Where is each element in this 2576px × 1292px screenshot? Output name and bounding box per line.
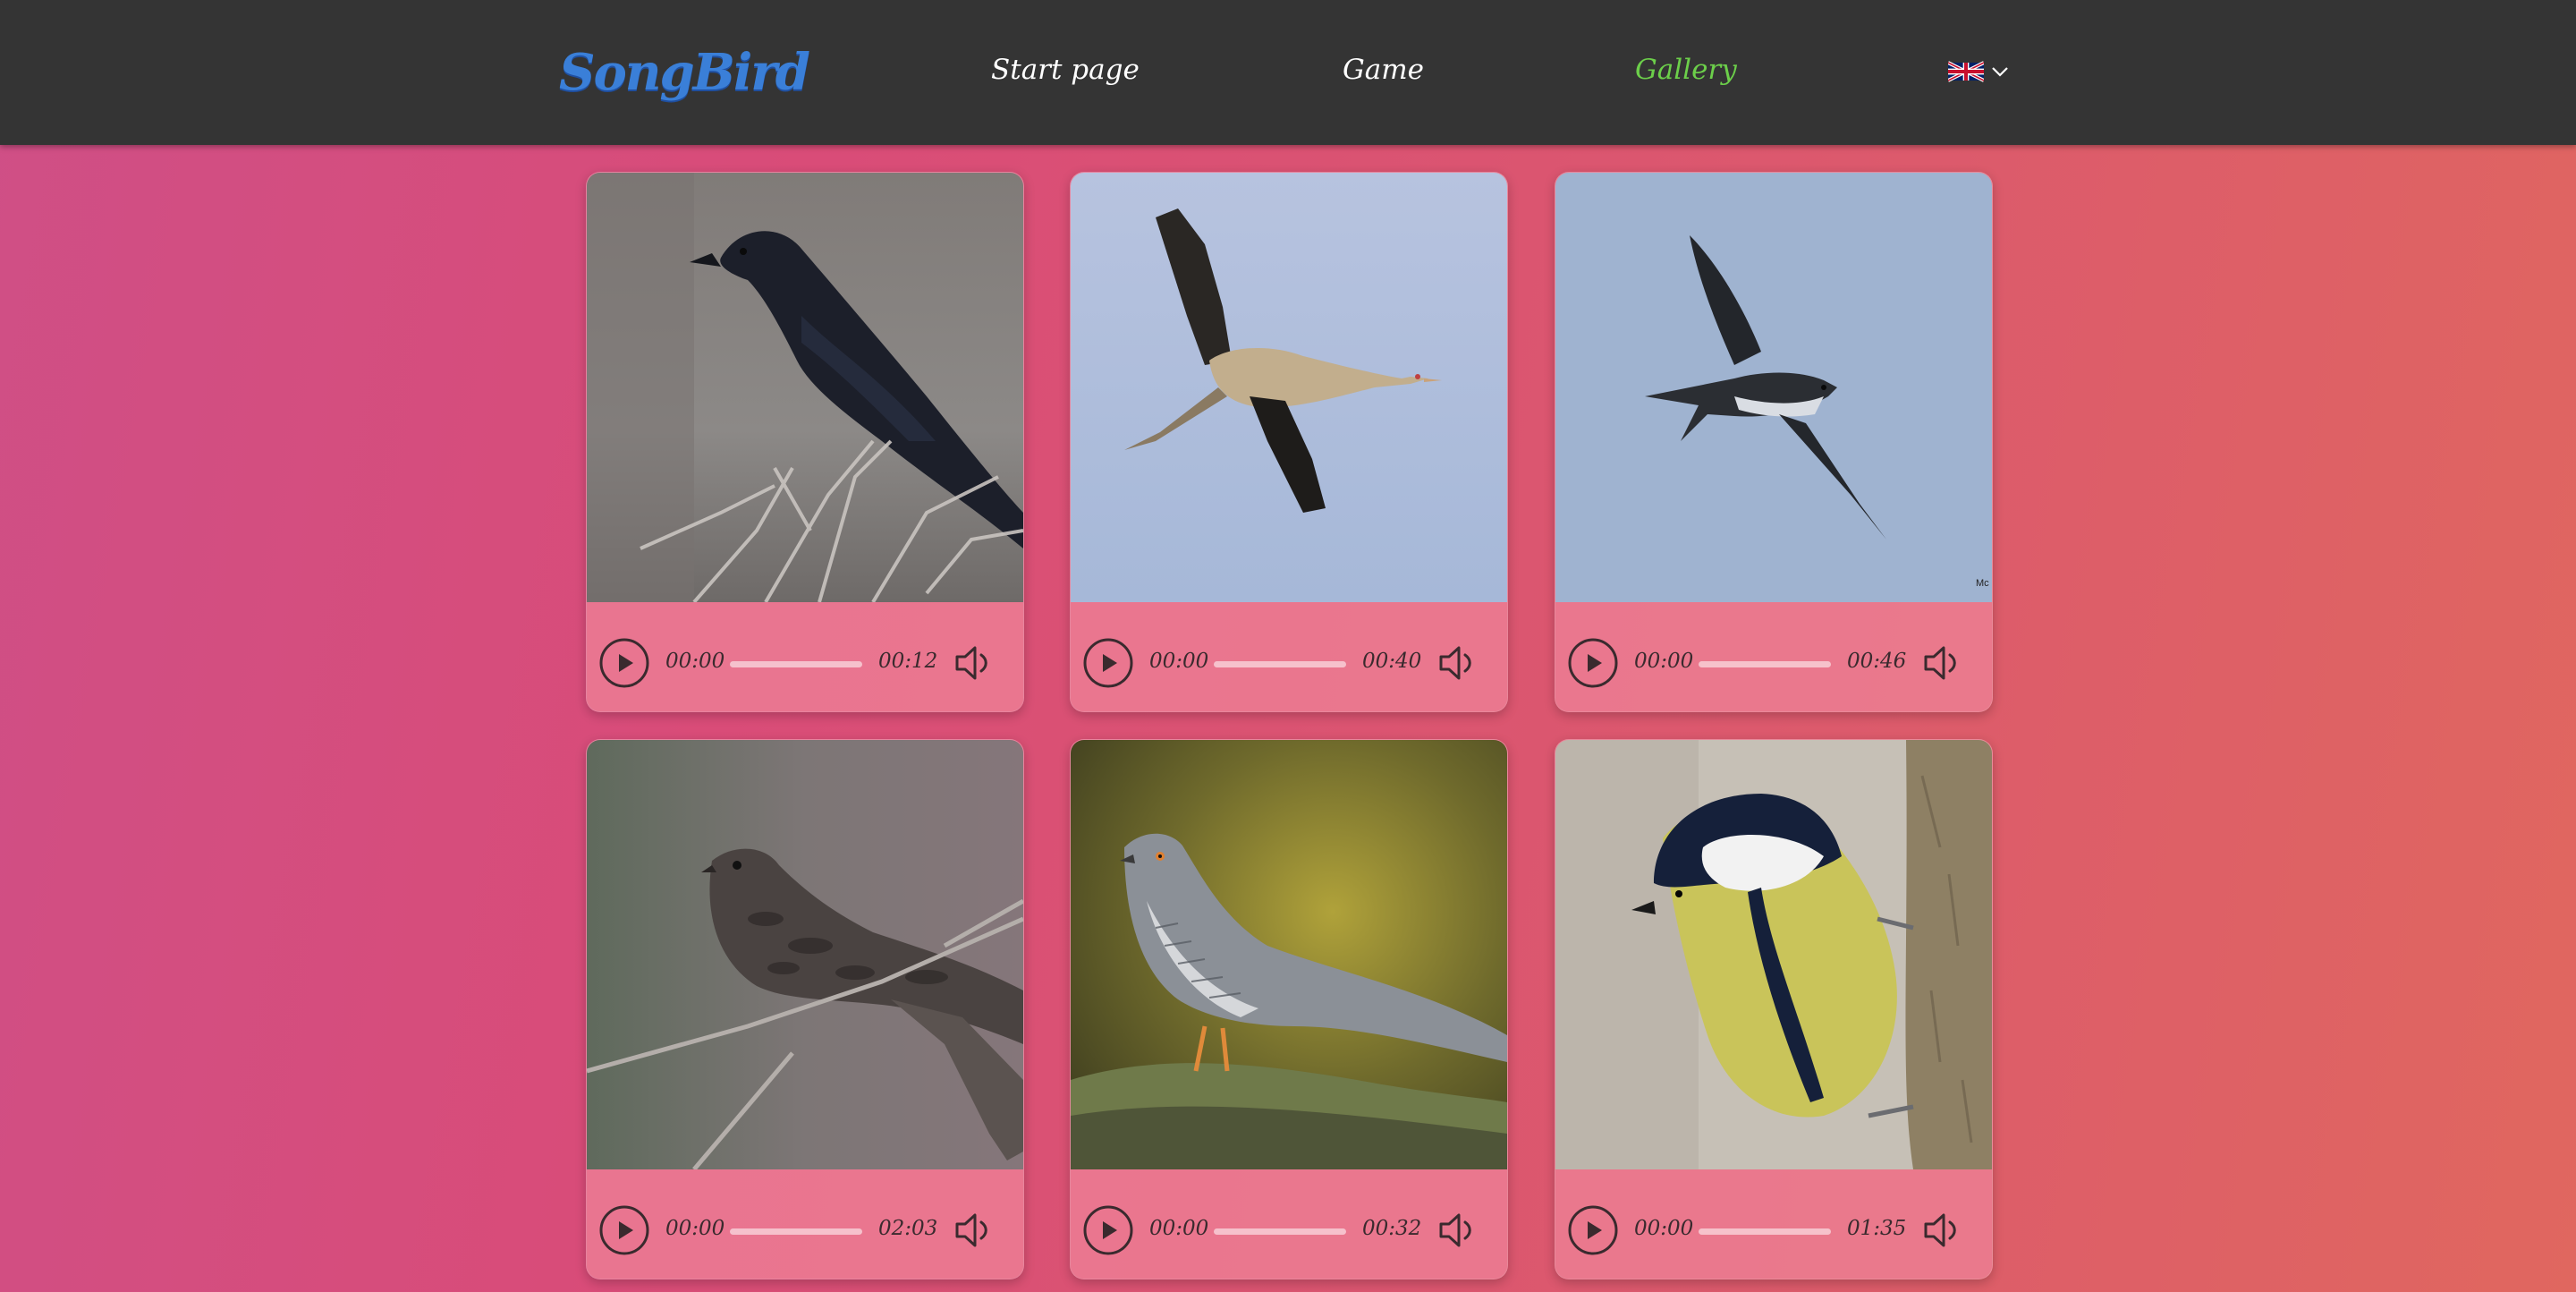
songbird-logo[interactable]: SongBird xyxy=(559,43,810,102)
progress-slider[interactable] xyxy=(1699,661,1831,667)
audio-player: 00:00 00:46 xyxy=(1555,602,1992,711)
current-time: 00:00 xyxy=(1149,650,1209,673)
current-time: 00:00 xyxy=(665,1217,725,1240)
current-time: 00:00 xyxy=(665,650,725,673)
progress-slider[interactable] xyxy=(730,661,862,667)
play-icon[interactable] xyxy=(1568,638,1618,688)
volume-icon[interactable] xyxy=(953,643,995,683)
nightjar-photo xyxy=(587,740,1023,1169)
duration: 00:40 xyxy=(1362,650,1422,673)
bird-card-crane: 00:00 00:40 xyxy=(1070,172,1508,712)
play-icon[interactable] xyxy=(599,638,649,688)
language-selector[interactable] xyxy=(1948,57,2012,86)
progress-slider[interactable] xyxy=(1214,1228,1346,1235)
play-icon[interactable] xyxy=(1568,1205,1618,1255)
uk-flag-icon xyxy=(1948,61,1984,82)
audio-player: 00:00 02:03 xyxy=(587,1169,1023,1279)
current-time: 00:00 xyxy=(1634,650,1694,673)
chevron-down-icon xyxy=(1992,67,2008,77)
bird-card-cuckoo: 00:00 00:32 xyxy=(1070,739,1508,1279)
duration: 00:12 xyxy=(878,650,938,673)
play-icon[interactable] xyxy=(599,1205,649,1255)
play-icon[interactable] xyxy=(1083,1205,1133,1255)
progress-slider[interactable] xyxy=(1699,1228,1831,1235)
nav-link-game[interactable]: Game xyxy=(1343,54,1424,86)
nav-link-gallery[interactable]: Gallery xyxy=(1635,54,1737,86)
volume-icon[interactable] xyxy=(1437,643,1479,683)
volume-icon[interactable] xyxy=(1922,1211,1963,1250)
bird-card-swallow: Mc 00:00 00:46 xyxy=(1555,172,1993,712)
duration: 00:46 xyxy=(1847,650,1907,673)
bird-card-nightjar: 00:00 02:03 xyxy=(586,739,1024,1279)
top-navigation-bar: SongBird Start page Game Gallery xyxy=(0,0,2576,145)
progress-slider[interactable] xyxy=(1214,661,1346,667)
raven-photo xyxy=(587,173,1023,602)
volume-icon[interactable] xyxy=(953,1211,995,1250)
current-time: 00:00 xyxy=(1634,1217,1694,1240)
audio-player: 00:00 01:35 xyxy=(1555,1169,1992,1279)
audio-player: 00:00 00:32 xyxy=(1071,1169,1507,1279)
nav-link-start-page[interactable]: Start page xyxy=(991,54,1140,86)
play-icon[interactable] xyxy=(1083,638,1133,688)
photo-watermark: Mc xyxy=(1976,578,1989,589)
cuckoo-photo xyxy=(1071,740,1507,1169)
duration: 02:03 xyxy=(878,1217,938,1240)
volume-icon[interactable] xyxy=(1437,1211,1479,1250)
progress-slider[interactable] xyxy=(730,1228,862,1235)
audio-player: 00:00 00:40 xyxy=(1071,602,1507,711)
volume-icon[interactable] xyxy=(1922,643,1963,683)
swallow-photo: Mc xyxy=(1555,173,1992,602)
bird-card-great-tit: 00:00 01:35 xyxy=(1555,739,1993,1279)
audio-player: 00:00 00:12 xyxy=(587,602,1023,711)
great-tit-photo xyxy=(1555,740,1992,1169)
duration: 01:35 xyxy=(1847,1217,1907,1240)
crane-photo xyxy=(1071,173,1507,602)
current-time: 00:00 xyxy=(1149,1217,1209,1240)
bird-card-raven: 00:00 00:12 xyxy=(586,172,1024,712)
duration: 00:32 xyxy=(1362,1217,1422,1240)
